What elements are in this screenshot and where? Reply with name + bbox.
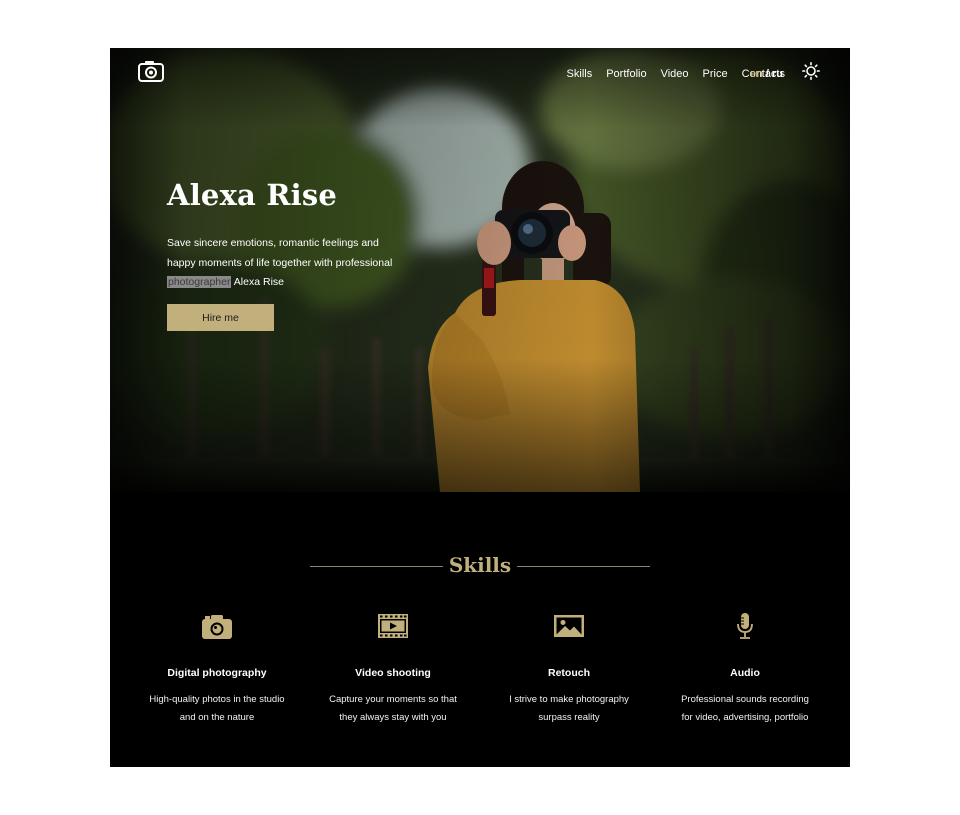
skill-desc-line: they always stay with you — [339, 711, 447, 723]
skill-card-retouch: Retouch I strive to make photography sur… — [481, 608, 657, 726]
skill-desc-line: and on the nature — [179, 711, 255, 723]
skill-description: Professional sounds recording for video,… — [657, 691, 833, 726]
skill-name: Digital photography — [167, 667, 267, 679]
camera-logo-icon[interactable] — [138, 60, 164, 82]
skill-description: High-quality photos in the studio and on… — [129, 691, 305, 726]
image-icon — [554, 615, 584, 637]
skill-card-audio: Audio Professional sounds recording for … — [657, 608, 833, 726]
skill-name: Audio — [730, 667, 760, 679]
skill-desc-line: Professional sounds recording — [681, 694, 809, 705]
hero-text-line: Save sincere emotions, romantic feelings… — [167, 237, 379, 249]
selected-text: photographer — [167, 276, 232, 288]
skill-card-photography: Digital photography High-quality photos … — [129, 608, 305, 726]
skill-name: Retouch — [548, 667, 590, 679]
hero-text-line: happy moments of life together with prof… — [167, 256, 393, 269]
page-frame: Skills Portfolio Video Price Contacts en… — [110, 48, 850, 767]
nav-skills[interactable]: Skills — [567, 68, 593, 80]
hero-section: Skills Portfolio Video Price Contacts en… — [110, 48, 850, 492]
skill-name: Video shooting — [355, 667, 431, 679]
skill-card-video: Video shooting Capture your moments so t… — [305, 608, 481, 726]
hero-title: Alexa Rise — [167, 178, 338, 212]
nav-portfolio[interactable]: Portfolio — [606, 68, 646, 80]
hero-text-tail: Alexa Rise — [231, 276, 284, 288]
lang-en[interactable]: en — [750, 68, 763, 80]
hire-me-button[interactable]: Hire me — [167, 304, 274, 331]
skill-desc-line: surpass reality — [538, 711, 600, 723]
nav-video[interactable]: Video — [661, 68, 689, 80]
skill-desc-line: Capture your moments so that — [329, 694, 457, 705]
skill-desc-line: High-quality photos in the studio — [149, 694, 285, 705]
skills-grid: Digital photography High-quality photos … — [129, 608, 833, 738]
hero-text-line: photographer Alexa Rise — [167, 273, 407, 293]
skill-desc-line: I strive to make photography — [509, 694, 629, 705]
skill-description: Capture your moments so that they always… — [305, 691, 481, 726]
skill-description: I strive to make photography surpass rea… — [481, 691, 657, 726]
microphone-icon — [737, 613, 753, 639]
sun-icon[interactable] — [802, 62, 820, 80]
nav-price[interactable]: Price — [703, 68, 728, 80]
lang-ru[interactable]: / ru — [766, 68, 783, 80]
divider-right — [517, 566, 650, 567]
skills-title: Skills — [448, 553, 512, 577]
skills-heading: Skills — [110, 548, 850, 584]
hero-description: Save sincere emotions, romantic feelings… — [167, 234, 407, 293]
skill-desc-line: for video, advertising, portfolio — [681, 711, 809, 723]
video-icon — [378, 614, 408, 638]
language-switcher: en / ru — [750, 68, 783, 80]
camera-icon — [202, 615, 232, 639]
